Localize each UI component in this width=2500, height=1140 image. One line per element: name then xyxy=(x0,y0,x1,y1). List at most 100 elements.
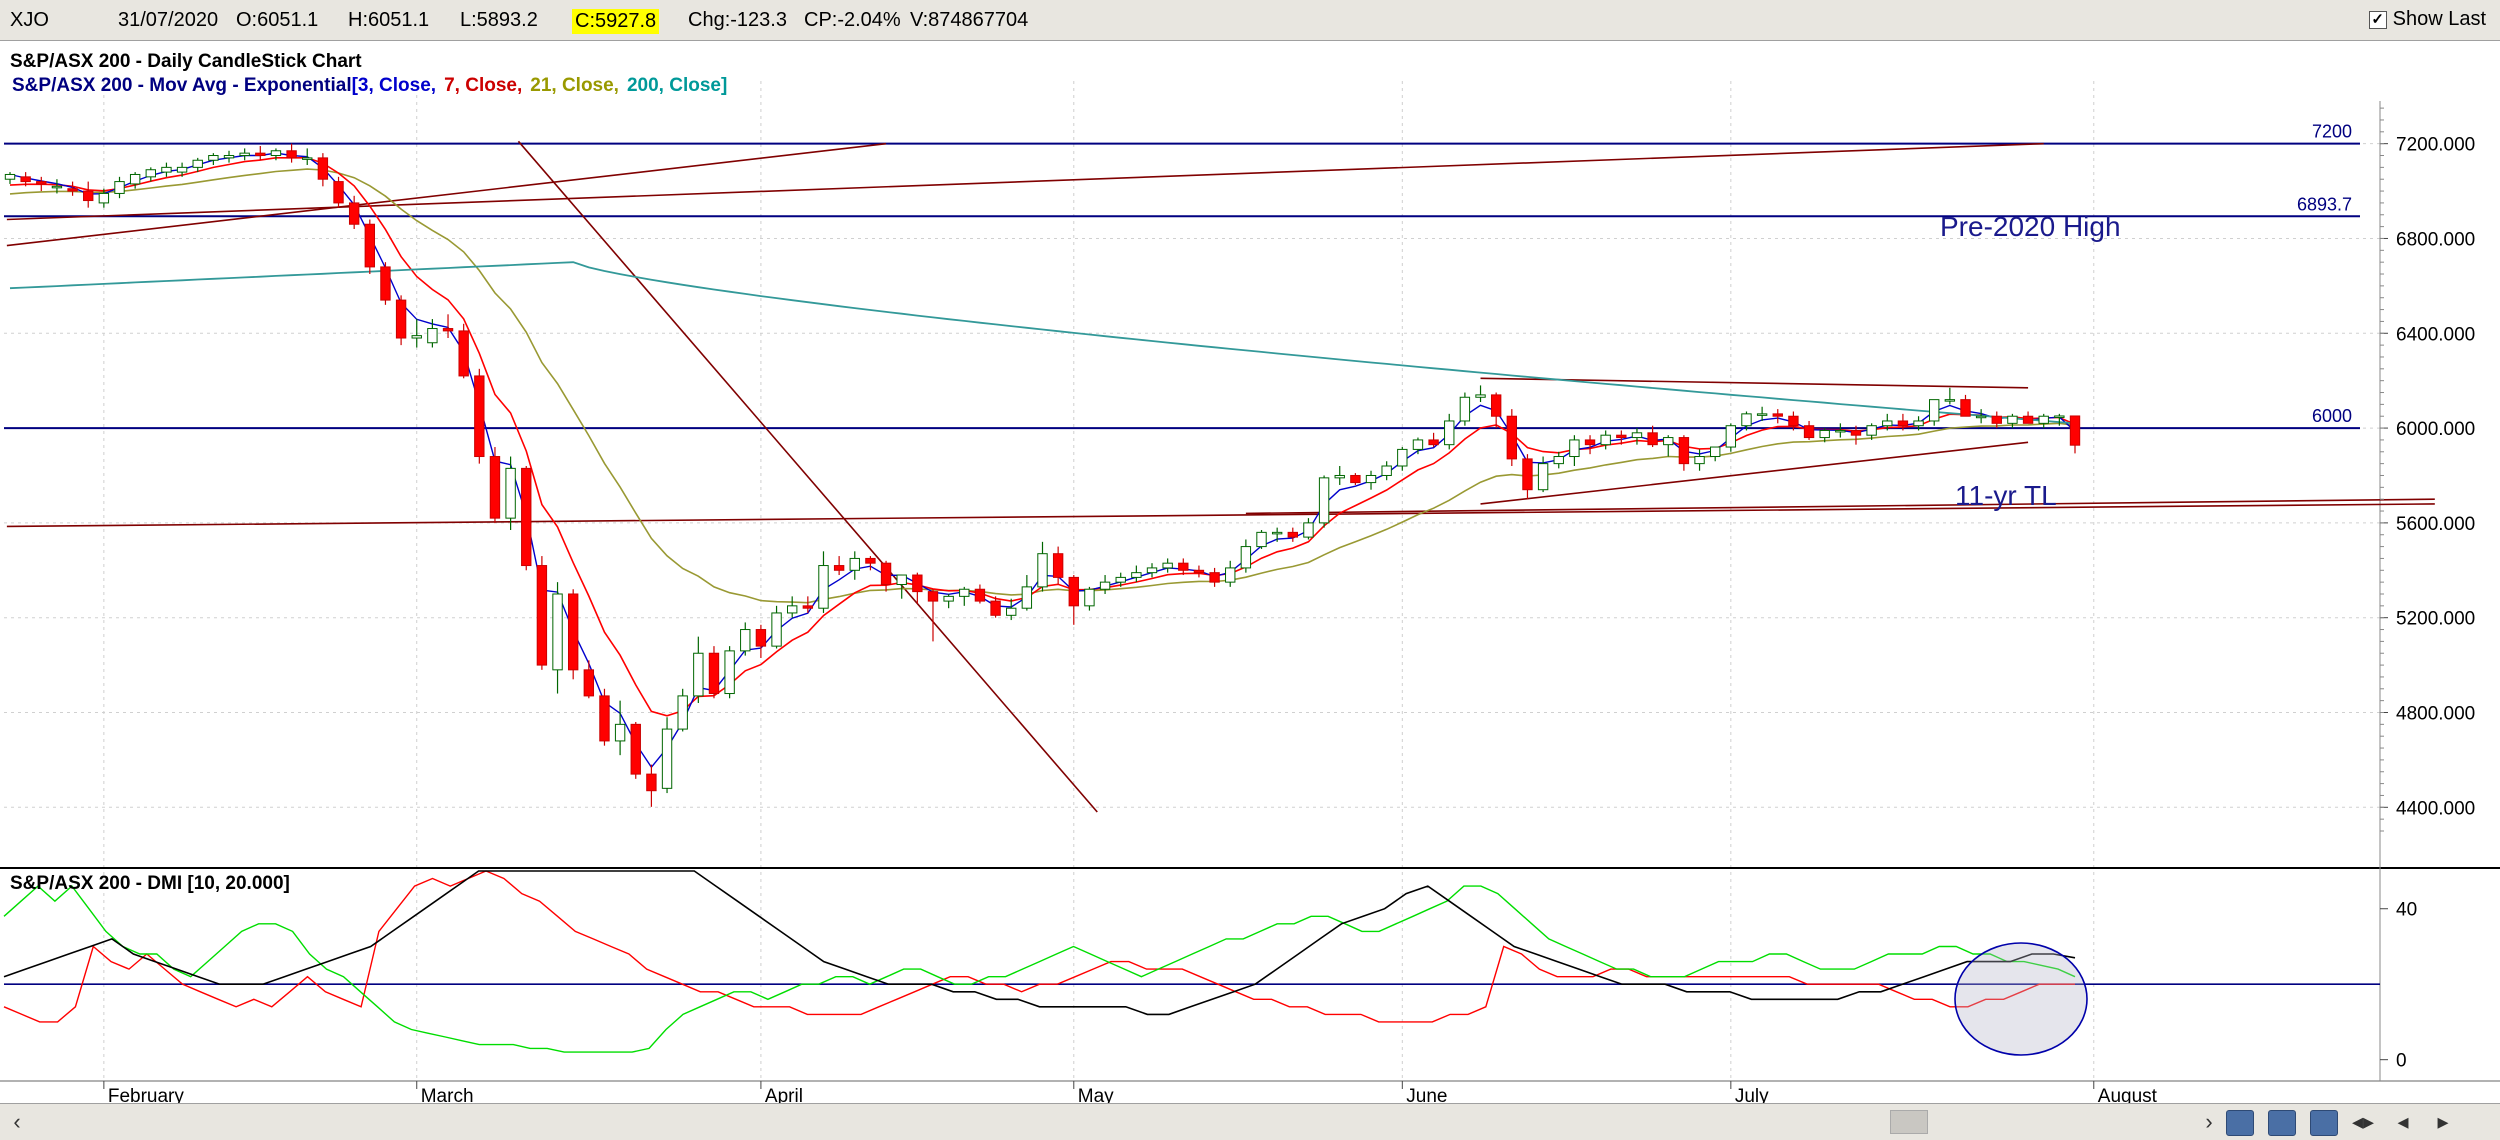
chart-canvas[interactable]: 7200 6893.7 6000 7200.000 6800.000 6400.000 6… xyxy=(0,41,2500,1107)
candle-body xyxy=(677,695,688,730)
dmi-panel-title: S&P/ASX 200 - DMI [10, 20.000] xyxy=(10,873,290,894)
candle-body xyxy=(693,652,704,697)
level-label: 6893.7 xyxy=(2297,194,2352,214)
candle-body xyxy=(333,181,344,204)
mov-avg-name: S&P/ASX 200 - Mov Avg - Exponential xyxy=(12,75,352,96)
candle-body xyxy=(1522,458,1533,491)
zoom-in-icon[interactable] xyxy=(2226,1110,2254,1136)
x-month-label: March xyxy=(421,1086,474,1103)
candle-body xyxy=(270,150,282,157)
y-tick-label: 6800.000 xyxy=(2396,229,2475,250)
scroll-right-icon[interactable]: › xyxy=(2196,1109,2222,1135)
candle-body xyxy=(959,588,970,597)
candle-body xyxy=(1334,474,1345,479)
dmi-y-tick-label: 40 xyxy=(2396,900,2417,921)
candle-body xyxy=(1287,531,1298,538)
candle-body xyxy=(614,723,626,742)
candle-body xyxy=(1365,474,1377,484)
candle-body xyxy=(458,330,469,377)
di-plus-line xyxy=(3,885,2076,1053)
candle-body xyxy=(1803,425,1815,439)
candle-body xyxy=(67,188,78,192)
horizontal-scrollbar[interactable]: ‹ › ◂▸ ◂ ▸ xyxy=(0,1103,2500,1140)
candle-body xyxy=(1084,588,1095,607)
x-month-label: February xyxy=(108,1086,185,1103)
candle-body xyxy=(1146,567,1158,574)
zoom-reset-icon[interactable] xyxy=(2310,1110,2338,1136)
candle-body xyxy=(286,150,297,159)
candle-body xyxy=(1225,567,1236,583)
candle-body xyxy=(1929,399,1940,422)
candle-body xyxy=(20,176,31,183)
candle-body xyxy=(302,157,313,160)
candle-body xyxy=(1709,446,1721,458)
candle-body xyxy=(583,669,595,697)
mov-avg-param: [3, Close, xyxy=(352,75,436,96)
candle-body xyxy=(411,335,422,339)
x-month-label: April xyxy=(765,1086,803,1103)
candle-body xyxy=(505,467,516,519)
candle-body xyxy=(1584,439,1596,446)
candle-body xyxy=(1178,562,1189,571)
candle-body xyxy=(192,159,203,168)
candle-body xyxy=(1725,425,1737,448)
candle-body xyxy=(1444,420,1455,446)
candles-layer xyxy=(4,143,2081,807)
candle-body xyxy=(255,152,266,157)
candle-body xyxy=(1350,474,1361,484)
scroll-forward-icon[interactable]: ▸ xyxy=(2430,1109,2456,1135)
candle-body xyxy=(223,155,235,159)
candle-body xyxy=(98,192,110,204)
candle-body xyxy=(1475,394,1486,398)
ema200-line xyxy=(9,261,2076,425)
candle-body xyxy=(348,202,360,225)
candle-body xyxy=(771,612,782,647)
candle-body xyxy=(489,456,501,519)
candle-body xyxy=(1569,439,1580,458)
candle-body xyxy=(724,650,735,695)
eleven-yr-tl-annotation: 11-yr TL xyxy=(1955,480,2057,511)
candle-body xyxy=(1616,434,1627,439)
show-last-toggle[interactable]: ✓ Show Last xyxy=(2368,8,2486,31)
mov-avg-param: 21, Close, xyxy=(530,75,619,96)
highlight-ellipse xyxy=(1954,942,2088,1056)
checkbox-check-icon[interactable]: ✓ xyxy=(2368,10,2387,29)
candle-body xyxy=(145,169,156,178)
candle-body xyxy=(1381,465,1392,476)
candle-body xyxy=(1303,522,1314,538)
ema21-line xyxy=(9,168,2076,604)
scroll-back-icon[interactable]: ◂ xyxy=(2390,1109,2416,1135)
scroll-both-icon[interactable]: ◂▸ xyxy=(2350,1109,2376,1135)
candle-body xyxy=(1850,429,1862,436)
candle-body xyxy=(380,266,391,301)
candle-body xyxy=(599,695,610,742)
candle-body xyxy=(818,565,829,609)
zoom-out-icon[interactable] xyxy=(2268,1110,2296,1136)
candle-body xyxy=(912,574,923,593)
candle-body xyxy=(1037,553,1048,588)
chart-area[interactable]: 7200 6893.7 6000 7200.000 6800.000 6400.000 6… xyxy=(0,41,2500,1107)
level-lines-layer: 7200 6893.7 6000 xyxy=(4,122,2360,430)
scroll-left-icon[interactable]: ‹ xyxy=(4,1109,30,1135)
candle-body xyxy=(661,728,673,789)
candle-body xyxy=(1694,456,1705,465)
candle-body xyxy=(239,152,250,157)
main-chart-title: S&P/ASX 200 - Daily CandleStick Chart xyxy=(10,51,362,72)
y-tick-label: 5200.000 xyxy=(2396,609,2475,630)
volume-label: V:874867704 xyxy=(910,9,1029,31)
candle-body xyxy=(1991,415,2002,424)
scroll-thumb[interactable] xyxy=(1890,1110,1928,1134)
candle-body xyxy=(833,565,845,571)
candle-body xyxy=(1506,415,1518,460)
high-label: H:6051.1 xyxy=(348,9,430,31)
candle-body xyxy=(1631,432,1643,439)
candle-body xyxy=(787,605,798,614)
candle-body xyxy=(943,595,954,602)
candle-body xyxy=(1960,399,1971,417)
candle-body xyxy=(1209,572,1220,583)
candle-body xyxy=(1741,413,1752,427)
candle-body xyxy=(51,185,63,189)
candle-body xyxy=(1819,429,1830,439)
y-tick-label: 6400.000 xyxy=(2396,324,2475,345)
candle-body xyxy=(567,593,579,671)
